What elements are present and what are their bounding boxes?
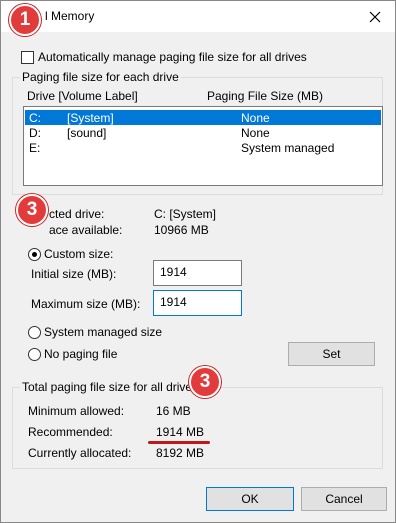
annotation-badge-3-total: 3 (189, 366, 221, 398)
recommended-label: Recommended: (28, 425, 113, 439)
system-managed-label[interactable]: System managed size (44, 325, 162, 339)
custom-size-radio[interactable] (28, 248, 41, 261)
virtual-memory-dialog: l Memory Automatically manage paging fil… (0, 0, 396, 523)
cancel-button[interactable]: Cancel (301, 487, 387, 511)
drive-volume: [sound] (67, 126, 107, 140)
auto-manage-label[interactable]: Automatically manage paging file size fo… (38, 50, 307, 64)
initial-size-input[interactable]: 1914 (153, 260, 242, 286)
annotation-badge-3-options: 3 (16, 194, 48, 226)
drive-row-c[interactable]: C: [System] None (25, 110, 381, 125)
close-button[interactable] (355, 1, 395, 32)
total-group-label: Total paging file size for all drive (20, 380, 195, 394)
set-button[interactable]: Set (288, 342, 375, 366)
currently-allocated-label: Currently allocated: (28, 446, 132, 460)
drive-letter: E: (29, 141, 41, 155)
drive-listbox[interactable]: C: [System] None D: [sound] None E: Syst… (23, 106, 383, 186)
auto-manage-checkbox[interactable] (21, 51, 34, 64)
annotation-badge-1: 1 (9, 4, 41, 36)
selected-drive-value: C: [System] (154, 207, 217, 221)
currently-allocated-value: 8192 MB (156, 446, 205, 460)
maximum-size-label: Maximum size (MB): (31, 297, 141, 311)
close-icon (369, 11, 381, 22)
column-size-header: Paging File Size (MB) (207, 89, 324, 103)
custom-size-label[interactable]: Custom size: (44, 247, 113, 261)
recommended-value: 1914 MB (156, 425, 205, 439)
initial-size-label: Initial size (MB): (31, 267, 117, 281)
drive-volume: [System] (67, 111, 114, 125)
maximum-size-input[interactable]: 1914 (153, 290, 242, 316)
window-title: l Memory (45, 9, 95, 23)
drive-size: None (241, 111, 270, 125)
minimum-allowed-label: Minimum allowed: (28, 404, 125, 418)
drive-row-d[interactable]: D: [sound] None (25, 125, 381, 140)
title-bar: l Memory (1, 1, 395, 32)
drive-size: System managed (241, 141, 335, 155)
drive-row-e[interactable]: E: System managed (25, 140, 381, 155)
drive-letter: C: (29, 111, 41, 125)
column-drive-header: Drive [Volume Label] (27, 89, 138, 103)
space-available-label: ace available: (49, 223, 123, 237)
recommended-underline (148, 441, 210, 444)
space-available-value: 10966 MB (154, 223, 209, 237)
selected-drive-label: cted drive: (49, 207, 105, 221)
paging-group-label: Paging file size for each drive (20, 70, 181, 84)
minimum-allowed-value: 16 MB (156, 404, 191, 418)
drive-letter: D: (29, 126, 41, 140)
system-managed-radio[interactable] (28, 326, 41, 339)
ok-button[interactable]: OK (206, 487, 294, 511)
drive-size: None (241, 126, 270, 140)
no-paging-radio[interactable] (28, 348, 41, 361)
no-paging-label[interactable]: No paging file (44, 347, 117, 361)
